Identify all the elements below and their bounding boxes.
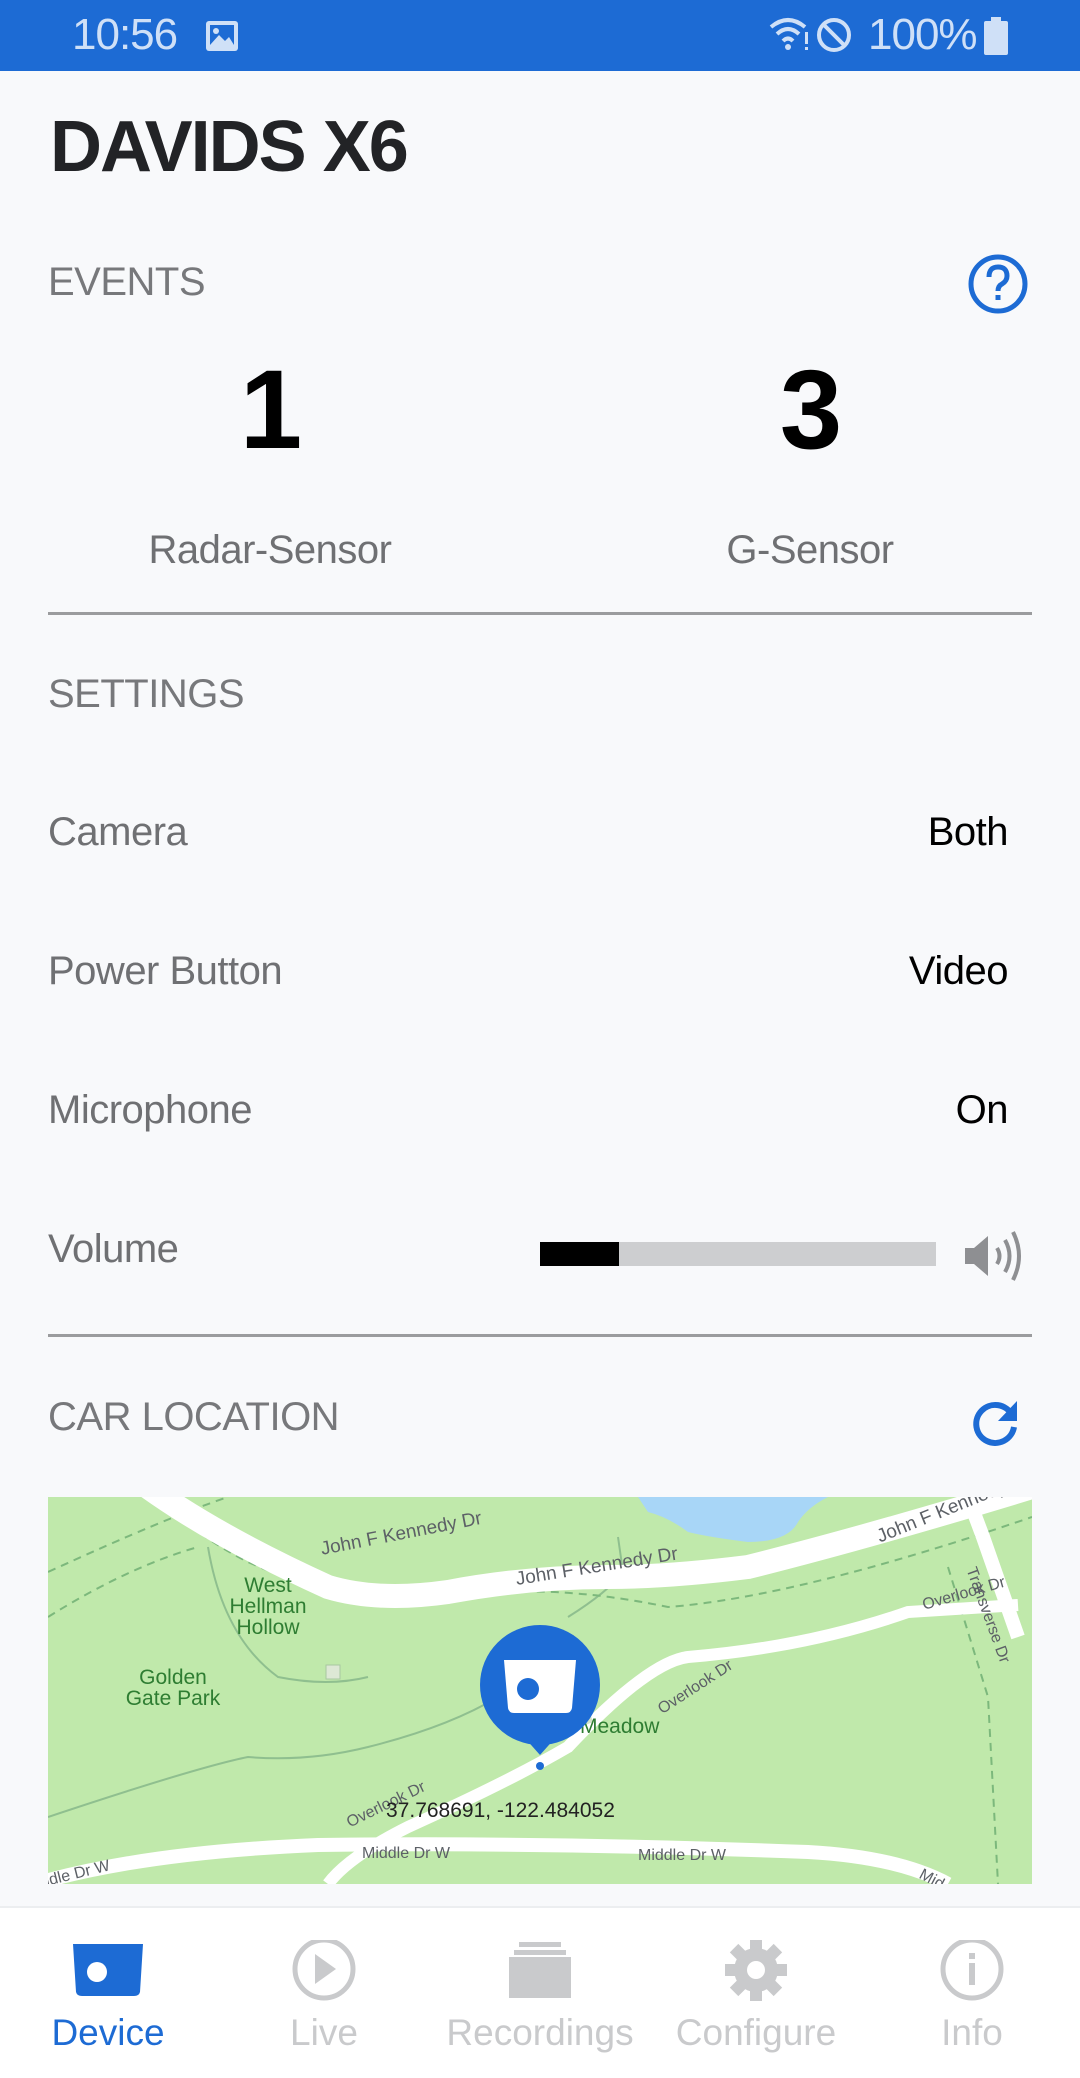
page-title: DAVIDS X6	[50, 107, 409, 187]
car-location-section-label: CAR LOCATION	[48, 1395, 340, 1439]
setting-name: Camera	[48, 810, 188, 854]
wifi-alert-icon	[769, 18, 808, 50]
setting-name: Microphone	[48, 1088, 253, 1132]
poi-label-line: Hollow	[236, 1616, 300, 1639]
setting-row-volume: Volume	[48, 1227, 528, 1287]
divider	[48, 612, 1032, 615]
setting-row-camera[interactable]: Camera Both	[48, 810, 1009, 870]
setting-value-microphone[interactable]: On	[956, 1088, 1009, 1133]
nav-tab-configure[interactable]: Configure	[648, 1908, 864, 2078]
map-coordinates: 37.768691, -122.484052	[386, 1799, 615, 1822]
setting-value-power-button[interactable]: Video	[909, 949, 1009, 994]
event-g-sensor[interactable]: 3 G-Sensor	[540, 350, 1080, 573]
poi-label-line: Gate Park	[125, 1687, 221, 1710]
events-section-label: EVENTS	[48, 260, 206, 304]
poi-label-line: West Hellman	[229, 1574, 307, 1618]
setting-row-power-button[interactable]: Power Button Video	[48, 949, 1009, 1009]
nav-tab-info[interactable]: Info	[864, 1908, 1080, 2078]
divider	[48, 1334, 1032, 1337]
car-location-marker[interactable]	[480, 1622, 600, 1772]
nav-label: Live	[290, 2012, 358, 2053]
volume-slider[interactable]	[540, 1242, 936, 1266]
poi-golden-gate-park: Golden Gate Park	[118, 1667, 228, 1709]
settings-section-label: SETTINGS	[48, 672, 245, 716]
nav-tab-device[interactable]: Device	[0, 1908, 216, 2078]
volume-slider-fill	[540, 1242, 620, 1266]
setting-value-camera[interactable]: Both	[928, 810, 1009, 855]
help-circle-icon[interactable]	[967, 253, 1029, 315]
play-circle-icon	[292, 1940, 356, 2001]
setting-name: Volume	[48, 1227, 179, 1271]
event-label: Radar-Sensor	[148, 528, 392, 572]
status-bar: 10:56 100%	[0, 0, 1080, 71]
map-lake	[638, 1497, 828, 1542]
street-label: Middle Dr W	[362, 1845, 451, 1862]
poi-west-hellman-hollow: West Hellman Hollow	[213, 1575, 323, 1638]
status-time: 10:56	[72, 10, 178, 59]
event-radar-sensor[interactable]: 1 Radar-Sensor	[0, 350, 540, 573]
event-count: 1	[239, 347, 302, 472]
nav-label: Device	[51, 2012, 165, 2053]
gallery-icon	[206, 21, 238, 51]
bottom-navigation: Device Live Recordings Configure Info	[0, 1906, 1080, 2078]
speaker-icon[interactable]	[962, 1228, 1028, 1284]
nav-label: Configure	[675, 2012, 837, 2053]
poi-label-line: Golden	[139, 1666, 207, 1689]
nav-label: Recordings	[446, 2012, 634, 2053]
nav-label: Info	[941, 2012, 1003, 2053]
recordings-stack-icon	[509, 1942, 571, 1998]
car-location-map[interactable]: John F Kennedy Dr John F Kennedy Dr John…	[48, 1497, 1032, 1884]
battery-percent: 100%	[868, 10, 978, 59]
event-label: G-Sensor	[726, 528, 894, 572]
street-label: Middle Dr W	[638, 1847, 727, 1864]
info-icon	[940, 1940, 1004, 2001]
do-not-disturb-icon	[817, 18, 851, 52]
nav-tab-live[interactable]: Live	[216, 1908, 432, 2078]
gear-icon	[725, 1940, 787, 2001]
setting-row-microphone[interactable]: Microphone On	[48, 1088, 1009, 1148]
setting-name: Power Button	[48, 949, 283, 993]
dashcam-icon	[504, 1660, 576, 1713]
battery-icon	[984, 17, 1008, 55]
event-count: 3	[779, 347, 842, 472]
nav-tab-recordings[interactable]: Recordings	[432, 1908, 648, 2078]
device-camera-icon	[73, 1944, 143, 1996]
refresh-icon[interactable]	[968, 1395, 1024, 1451]
